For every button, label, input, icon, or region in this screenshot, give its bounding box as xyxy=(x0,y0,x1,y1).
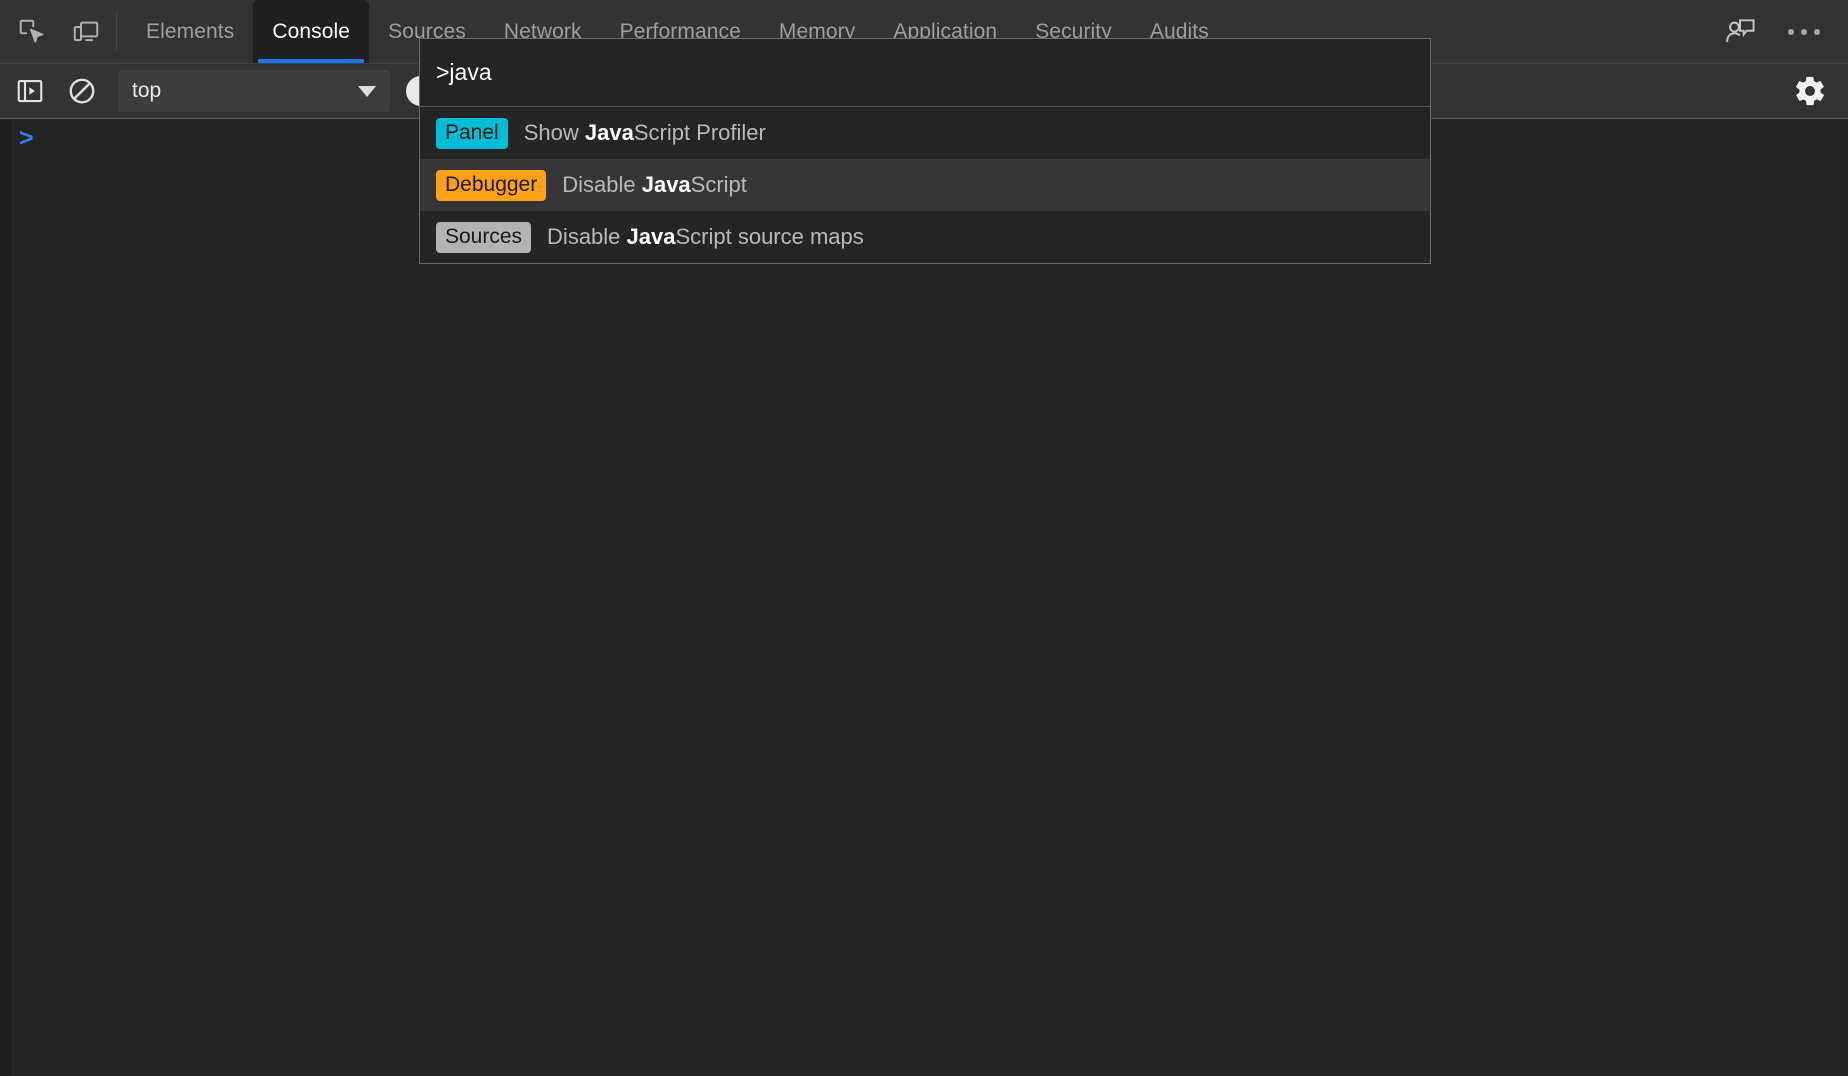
tab-elements[interactable]: Elements xyxy=(127,0,253,63)
command-text-after: Script source maps xyxy=(675,224,864,249)
command-text-match: Java xyxy=(641,172,691,197)
command-palette-item[interactable]: Debugger Disable JavaScript xyxy=(420,159,1430,211)
console-gutter xyxy=(0,120,13,1076)
command-palette: >java Panel Show JavaScript Profiler Deb… xyxy=(419,38,1431,264)
command-category-badge: Panel xyxy=(436,117,508,149)
console-prompt-row[interactable]: > xyxy=(13,120,34,156)
command-palette-results: Panel Show JavaScript Profiler Debugger … xyxy=(420,107,1430,263)
command-text-before: Disable xyxy=(562,172,642,197)
tab-label: Console xyxy=(272,19,351,43)
prompt-caret-icon: > xyxy=(19,123,34,152)
command-category-badge: Sources xyxy=(436,221,532,253)
command-text-after: Script Profiler xyxy=(633,120,766,145)
command-label: Show JavaScript Profiler xyxy=(524,120,766,146)
more-options-icon[interactable] xyxy=(1778,19,1830,45)
tabbar-divider xyxy=(116,12,117,51)
tabbar-right-actions xyxy=(1716,0,1848,63)
dot xyxy=(1788,28,1794,35)
clear-console-icon[interactable] xyxy=(60,71,104,111)
console-sidebar-icon[interactable] xyxy=(8,71,52,111)
command-text-before: Show xyxy=(523,120,585,145)
tabbar-tool-icons xyxy=(0,0,110,63)
command-label: Disable JavaScript xyxy=(562,172,747,198)
command-text-after: Script xyxy=(690,172,747,197)
devtools-window: Elements Console Sources Network Perform… xyxy=(0,0,1848,1076)
command-palette-input[interactable]: >java xyxy=(420,39,1430,107)
inspect-element-icon[interactable] xyxy=(8,9,56,55)
command-palette-item[interactable]: Panel Show JavaScript Profiler xyxy=(420,107,1430,159)
command-text-match: Java xyxy=(584,120,634,145)
tab-label: Elements xyxy=(146,19,235,43)
command-label: Disable JavaScript source maps xyxy=(547,224,864,250)
dot xyxy=(1801,28,1807,35)
gear-icon[interactable] xyxy=(1788,71,1832,111)
device-toolbar-icon[interactable] xyxy=(62,9,110,55)
chevron-down-icon xyxy=(358,85,376,97)
execution-context-value: top xyxy=(132,79,162,102)
console-toolbar-right xyxy=(1780,71,1848,111)
command-palette-item[interactable]: Sources Disable JavaScript source maps xyxy=(420,211,1430,263)
command-text-before: Disable xyxy=(547,224,627,249)
tab-console[interactable]: Console xyxy=(253,0,370,63)
command-category-badge: Debugger xyxy=(436,169,547,201)
command-text-match: Java xyxy=(626,224,676,249)
feedback-icon[interactable] xyxy=(1716,9,1764,55)
dot xyxy=(1814,28,1820,35)
execution-context-selector[interactable]: top xyxy=(118,70,390,112)
